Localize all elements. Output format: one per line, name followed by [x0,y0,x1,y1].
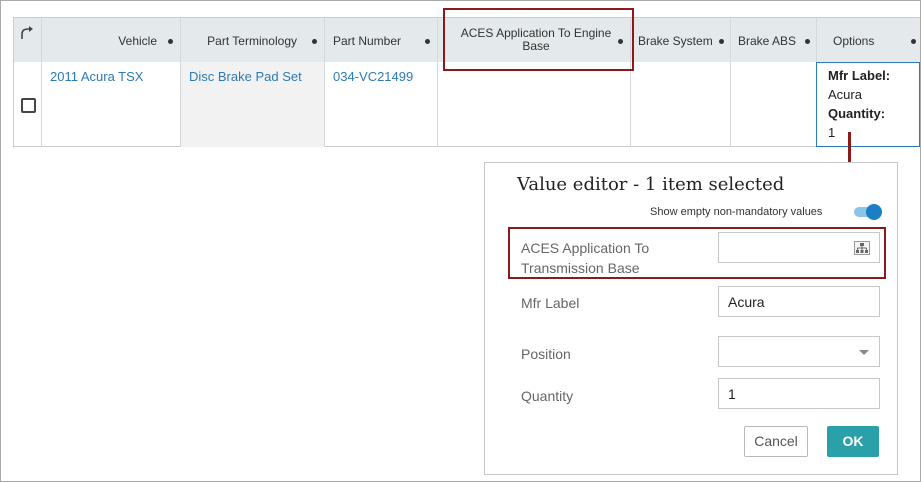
column-header-vehicle[interactable]: Vehicle [42,18,181,62]
dot-icon[interactable] [312,39,317,44]
cell-brake-system[interactable] [631,62,731,147]
column-header-part-number[interactable]: Part Number [325,18,438,62]
cell-brake-abs[interactable] [731,62,817,147]
part-number-link[interactable]: 034-VC21499 [333,69,413,84]
column-header-brake-system[interactable]: Brake System [631,18,731,62]
options-mfr-label-key: Mfr Label: [828,68,891,83]
dot-icon[interactable] [425,39,430,44]
cell-part-terminology[interactable]: Disc Brake Pad Set [181,62,325,147]
column-label: Part Terminology [207,34,297,48]
column-label: Part Number [333,34,402,48]
dot-icon[interactable] [719,39,724,44]
value-editor-panel: Value editor - 1 item selected Show empt… [484,162,898,475]
cell-aces-engine-base[interactable] [438,62,631,147]
position-select[interactable] [718,336,880,367]
quantity-input[interactable]: 1 [718,378,880,409]
toggle-knob[interactable] [866,204,882,220]
column-header-options[interactable]: Options [817,18,920,62]
toggle-label: Show empty non-mandatory values [650,206,823,218]
column-label: Brake ABS [738,34,797,48]
editor-title: Value editor - 1 item selected [517,174,785,195]
quantity-field-label: Quantity [521,388,574,404]
app-window: Vehicle Part Terminology Part Number ACE… [0,0,921,482]
row-checkbox[interactable] [21,98,36,113]
column-label: Vehicle [118,34,157,48]
quantity-value: 1 [728,386,736,402]
cell-vehicle[interactable]: 2011 Acura TSX [42,62,181,147]
ok-button[interactable]: OK [827,426,879,457]
column-header-brake-abs[interactable]: Brake ABS [731,18,817,62]
mfr-label-value: Acura [728,294,765,310]
dot-icon[interactable] [168,39,173,44]
mfr-label-field-label: Mfr Label [521,295,580,311]
position-field-label: Position [521,346,571,362]
dot-icon[interactable] [911,39,916,44]
mfr-label-input[interactable]: Acura [718,286,880,317]
row-select-cell [14,62,42,147]
aces-transmission-label: ACES Application To Transmission Base [521,240,650,276]
column-header-aces-engine-base[interactable]: ACES Application To Engine Base [438,18,631,62]
column-header-part-terminology[interactable]: Part Terminology [181,18,325,62]
column-label: ACES Application To Engine Base [460,26,612,53]
vehicle-link[interactable]: 2011 Acura TSX [50,69,143,84]
curved-arrow-icon[interactable] [20,26,34,40]
dot-icon[interactable] [618,39,623,44]
part-terminology-link[interactable]: Disc Brake Pad Set [189,69,302,84]
dot-icon[interactable] [805,39,810,44]
sort-header-cell[interactable] [14,18,42,62]
hierarchy-icon[interactable] [854,241,870,255]
cell-options[interactable]: Mfr Label: Acura Quantity: 1 [816,62,920,147]
cancel-button[interactable]: Cancel [744,426,808,457]
cell-part-number[interactable]: 034-VC21499 [325,62,438,147]
options-mfr-label-value: Acura [828,87,862,102]
parts-grid: Vehicle Part Terminology Part Number ACE… [13,17,920,147]
column-label: Brake System [638,34,713,48]
chevron-down-icon[interactable] [859,350,869,355]
aces-transmission-input[interactable] [718,232,880,263]
options-quantity-value: 1 [828,125,836,140]
column-label: Options [833,34,875,48]
options-quantity-key: Quantity: [828,106,886,121]
